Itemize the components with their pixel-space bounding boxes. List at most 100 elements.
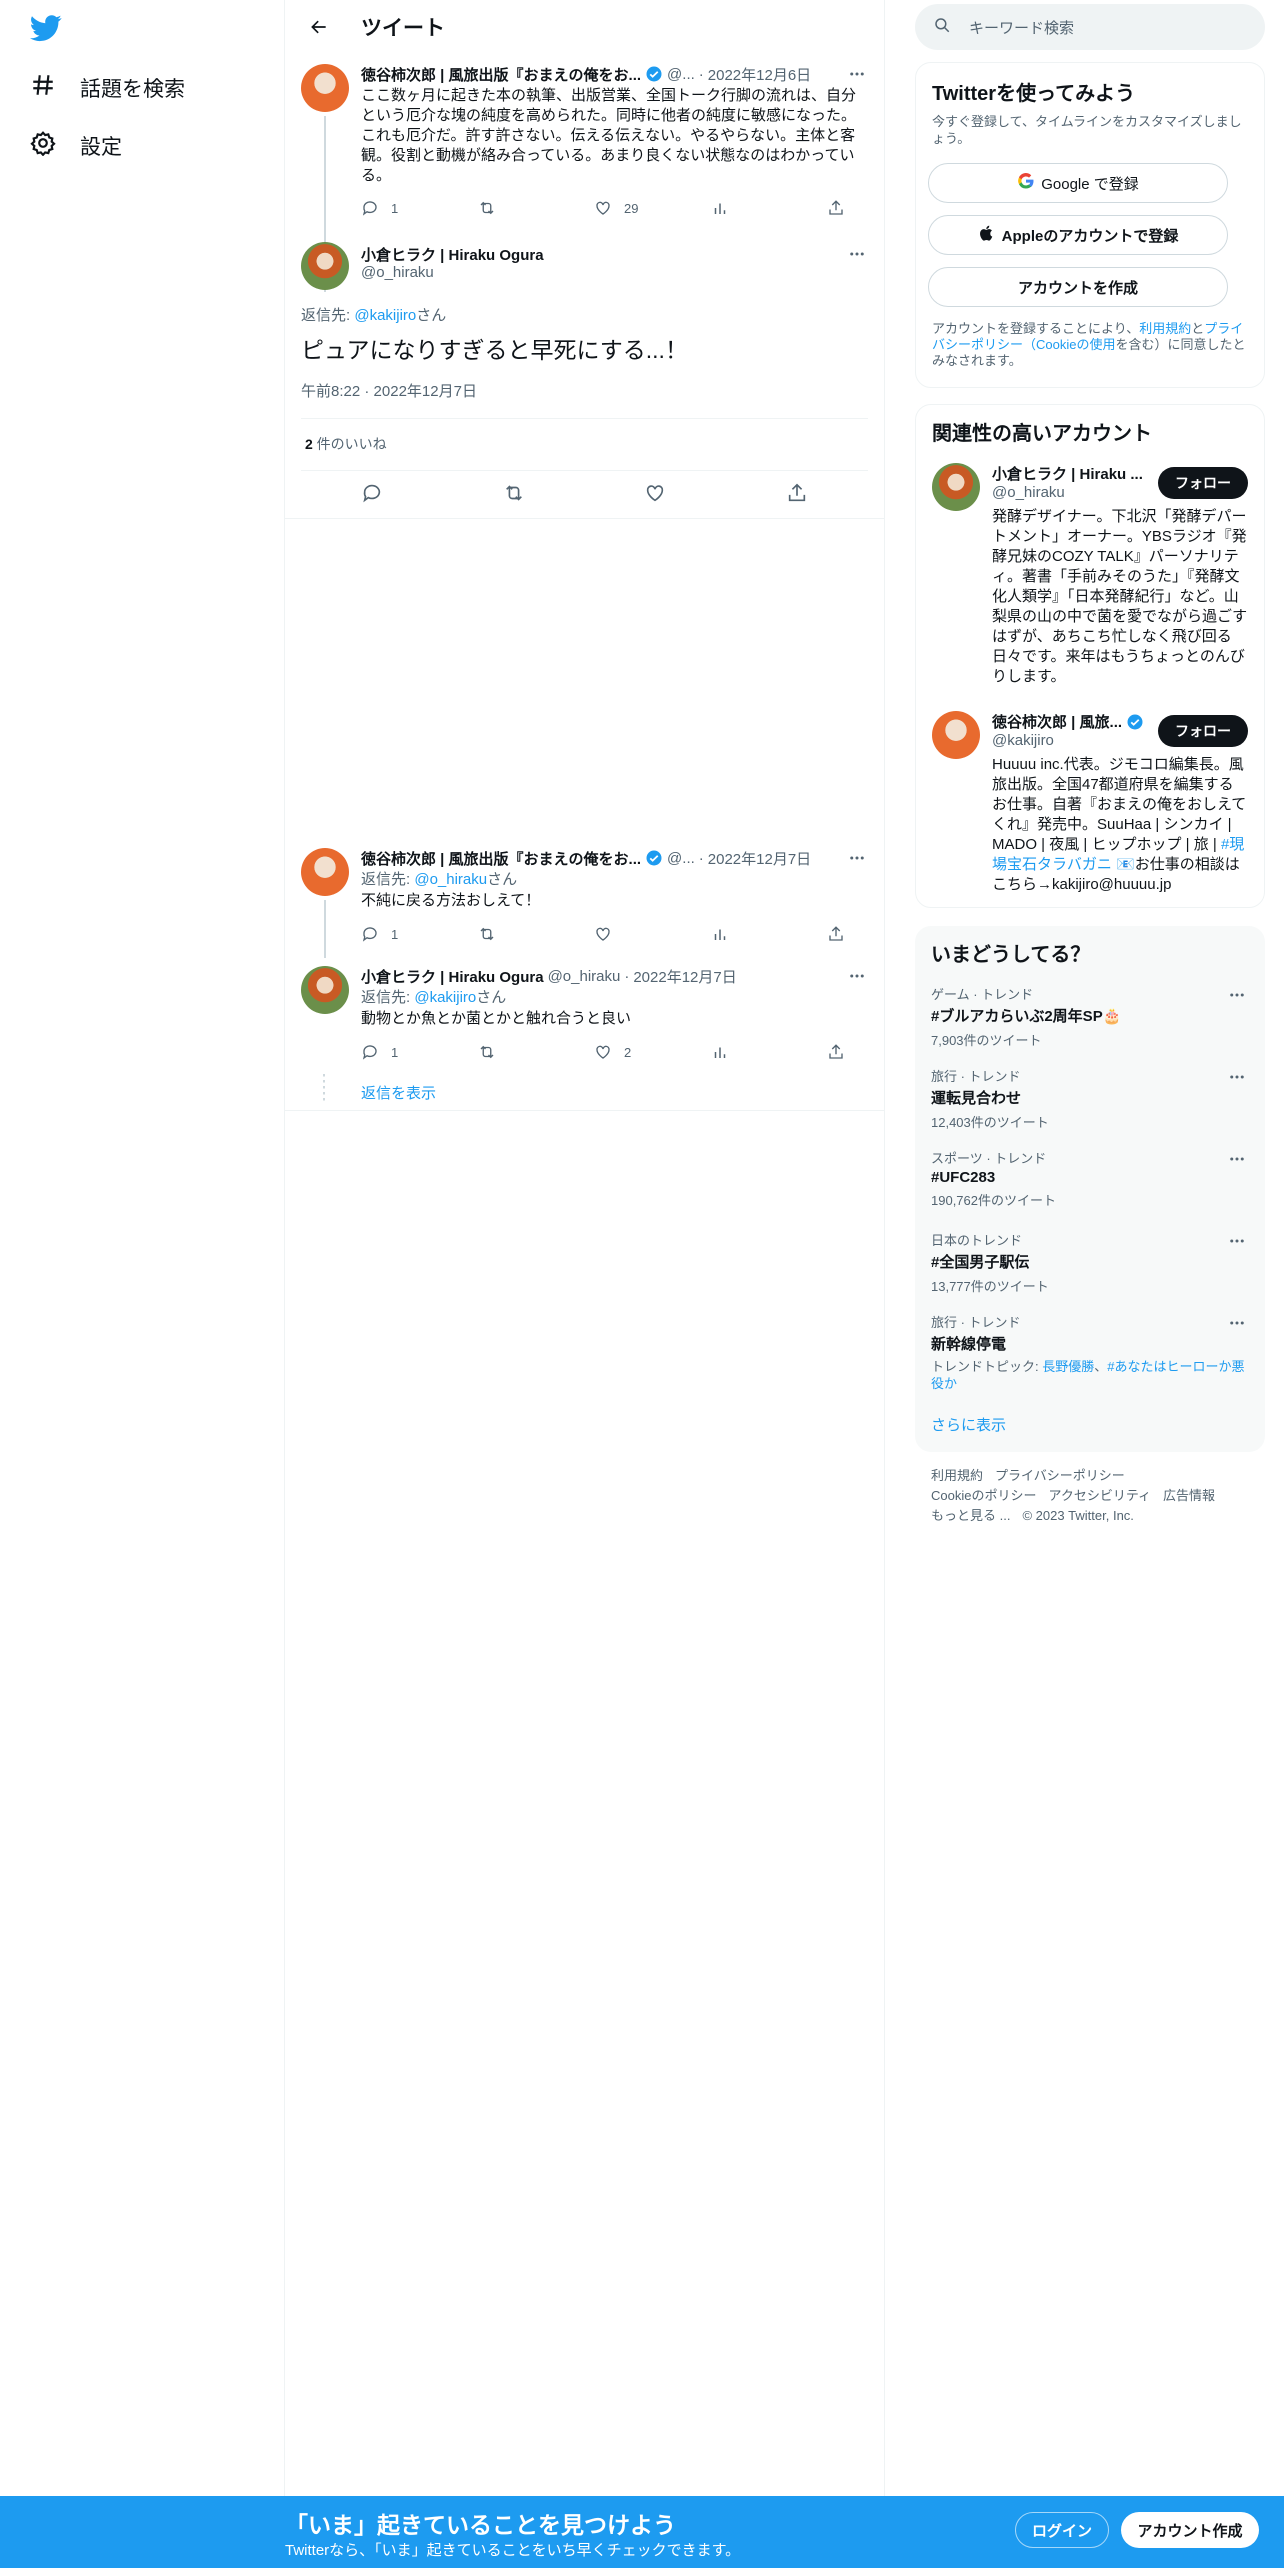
trend-category: ゲーム · トレンド (931, 987, 1034, 1002)
footer-accessibility[interactable]: アクセシビリティ (1048, 1488, 1151, 1503)
google-signup-button[interactable]: Google で登録 (928, 163, 1228, 203)
reply-to-link[interactable]: @kakijiro (414, 989, 476, 1006)
account-name[interactable]: 徳谷柿次郎 | 風旅... (992, 711, 1122, 732)
reply-tweet[interactable]: 徳谷柿次郎 | 風旅出版『おまえの俺をお... @... · 2022年12月7… (301, 848, 869, 958)
more-options-icon[interactable] (1225, 1232, 1249, 1250)
analytics-icon (714, 1047, 725, 1058)
search-input[interactable]: キーワード検索 (915, 4, 1265, 50)
more-options-icon[interactable] (845, 848, 869, 868)
footer-privacy[interactable]: プライバシーポリシー (995, 1468, 1125, 1483)
nav-explore[interactable]: 話題を検索 (30, 72, 185, 104)
tweet-parent[interactable]: 徳谷柿次郎 | 風旅出版『おまえの俺をお... @... · 2022年12月6… (301, 64, 869, 292)
more-options-icon[interactable] (845, 64, 869, 84)
tweet-text: ここ数ヶ月に起きた本の執筆、出版営業、全国トーク行脚の流れは、自分という厄介な塊… (361, 87, 857, 184)
trend-topic-sep: 、 (1094, 1359, 1108, 1374)
create-account-button[interactable]: アカウントを作成 (928, 267, 1228, 307)
twitter-logo-icon[interactable] (29, 12, 70, 52)
signup-button[interactable]: アカウント作成 (1121, 2512, 1259, 2548)
apple-signup-button[interactable]: Appleのアカウントで登録 (928, 215, 1228, 255)
retweet-button[interactable] (478, 198, 538, 218)
reply-to-link[interactable]: @o_hiraku (414, 871, 487, 888)
footer-terms[interactable]: 利用規約 (931, 1468, 983, 1483)
back-button[interactable] (301, 9, 337, 45)
show-more-link[interactable]: さらに表示 (931, 1414, 1006, 1435)
avatar[interactable] (932, 463, 980, 511)
trend-item[interactable]: スポーツ · トレンド #UFC283 190,762件のツイート (931, 1148, 1249, 1209)
trend-item[interactable]: ゲーム · トレンド #ブルアカらいぶ2周年SP🎂 7,903件のツイート (931, 984, 1249, 1049)
nav-settings[interactable]: 設定 (30, 130, 122, 162)
trend-count: 13,777件のツイート (931, 1279, 1049, 1294)
tweet-date[interactable]: 2022年12月7日 (708, 848, 811, 869)
author-handle[interactable]: @... (667, 66, 695, 83)
share-icon (829, 926, 843, 941)
footer-more[interactable]: もっと見る ... (931, 1508, 1010, 1523)
gear-icon (30, 130, 56, 162)
share-button[interactable] (827, 924, 845, 944)
avatar[interactable] (301, 64, 349, 112)
avatar[interactable] (301, 242, 349, 290)
views-button[interactable] (711, 1042, 771, 1062)
trend-topic-link[interactable]: 長野優勝 (1042, 1359, 1094, 1374)
share-icon (829, 200, 843, 215)
divider (285, 518, 884, 519)
author-name[interactable]: 小倉ヒラク | Hiraku Ogura (361, 244, 544, 265)
follow-button[interactable]: フォロー (1158, 715, 1248, 747)
share-icon[interactable] (786, 482, 808, 506)
reply-button[interactable]: 1 (361, 924, 421, 944)
author-handle[interactable]: @... (667, 850, 695, 867)
more-options-icon[interactable] (845, 244, 869, 264)
google-icon (1017, 172, 1035, 194)
account-suggestion[interactable]: 徳谷柿次郎 | 風旅... @kakijiro Huuuu inc.代表。ジモコ… (932, 711, 1248, 895)
follow-button[interactable]: フォロー (1158, 467, 1248, 499)
author-handle[interactable]: @o_hiraku (361, 264, 869, 281)
tweet-timestamp[interactable]: 午前8:22 · 2022年12月7日 (301, 380, 477, 401)
retweet-button[interactable] (478, 924, 538, 944)
more-options-icon[interactable] (845, 966, 869, 986)
likes-link[interactable]: 2 件のいいね (305, 434, 387, 454)
share-button[interactable] (827, 1042, 845, 1062)
more-options-icon[interactable] (1225, 1314, 1249, 1332)
author-name[interactable]: 徳谷柿次郎 | 風旅出版『おまえの俺をお... (361, 64, 641, 85)
author-name[interactable]: 小倉ヒラク | Hiraku Ogura (361, 966, 544, 987)
retweet-button[interactable] (478, 1042, 538, 1062)
like-button[interactable]: 2 (594, 1042, 654, 1062)
terms-link[interactable]: 利用規約 (1139, 321, 1191, 336)
login-button[interactable]: ログイン (1015, 2512, 1109, 2548)
reply-button[interactable]: 1 (361, 198, 421, 218)
page-title: ツイート (361, 17, 445, 40)
terms-prefix: アカウントを登録することにより、 (932, 321, 1140, 336)
more-options-icon[interactable] (1225, 1150, 1249, 1168)
tweet-date: 2022年12月7日 (373, 383, 477, 400)
trend-item[interactable]: 日本のトレンド #全国男子駅伝 13,777件のツイート (931, 1230, 1249, 1295)
more-options-icon[interactable] (1225, 1068, 1249, 1086)
reply-to-link[interactable]: @kakijiro (354, 307, 416, 324)
show-replies-link[interactable]: 返信を表示 (361, 1082, 436, 1103)
like-button[interactable] (594, 924, 654, 944)
like-button[interactable]: 29 (594, 198, 654, 218)
trend-item[interactable]: 旅行 · トレンド 新幹線停電 トレンドトピック: 長野優勝、#あなたはヒーロー… (931, 1312, 1249, 1392)
reply-tweet[interactable]: 小倉ヒラク | Hiraku Ogura @o_hiraku · 2022年12… (301, 966, 869, 1066)
views-button[interactable] (711, 198, 771, 218)
tweet-date[interactable]: 2022年12月6日 (708, 64, 811, 85)
reply-button[interactable]: 1 (361, 1042, 421, 1062)
reply-icon (362, 201, 377, 216)
terms-and: と (1191, 321, 1205, 336)
retweet-icon[interactable] (503, 482, 525, 506)
heart-icon[interactable] (644, 482, 666, 506)
author-handle[interactable]: @o_hiraku (548, 968, 621, 985)
avatar[interactable] (301, 966, 349, 1014)
reply-icon[interactable] (361, 482, 383, 506)
avatar[interactable] (932, 711, 980, 759)
avatar[interactable] (301, 848, 349, 896)
trend-name: #ブルアカらいぶ2周年SP🎂 (931, 1008, 1122, 1025)
footer-ads[interactable]: 広告情報 (1163, 1488, 1215, 1503)
footer-cookie[interactable]: Cookieのポリシー (931, 1488, 1036, 1503)
tweet-date[interactable]: 2022年12月7日 (633, 966, 736, 987)
author-name[interactable]: 徳谷柿次郎 | 風旅出版『おまえの俺をお... (361, 848, 641, 869)
account-suggestion[interactable]: 小倉ヒラク | Hiraku ... @o_hiraku 発酵デザイナー。下北沢… (932, 463, 1248, 687)
more-options-icon[interactable] (1225, 986, 1249, 1004)
arrow-left-icon (311, 20, 326, 34)
trend-item[interactable]: 旅行 · トレンド 運転見合わせ 12,403件のツイート (931, 1066, 1249, 1131)
views-button[interactable] (711, 924, 771, 944)
share-button[interactable] (827, 198, 845, 218)
